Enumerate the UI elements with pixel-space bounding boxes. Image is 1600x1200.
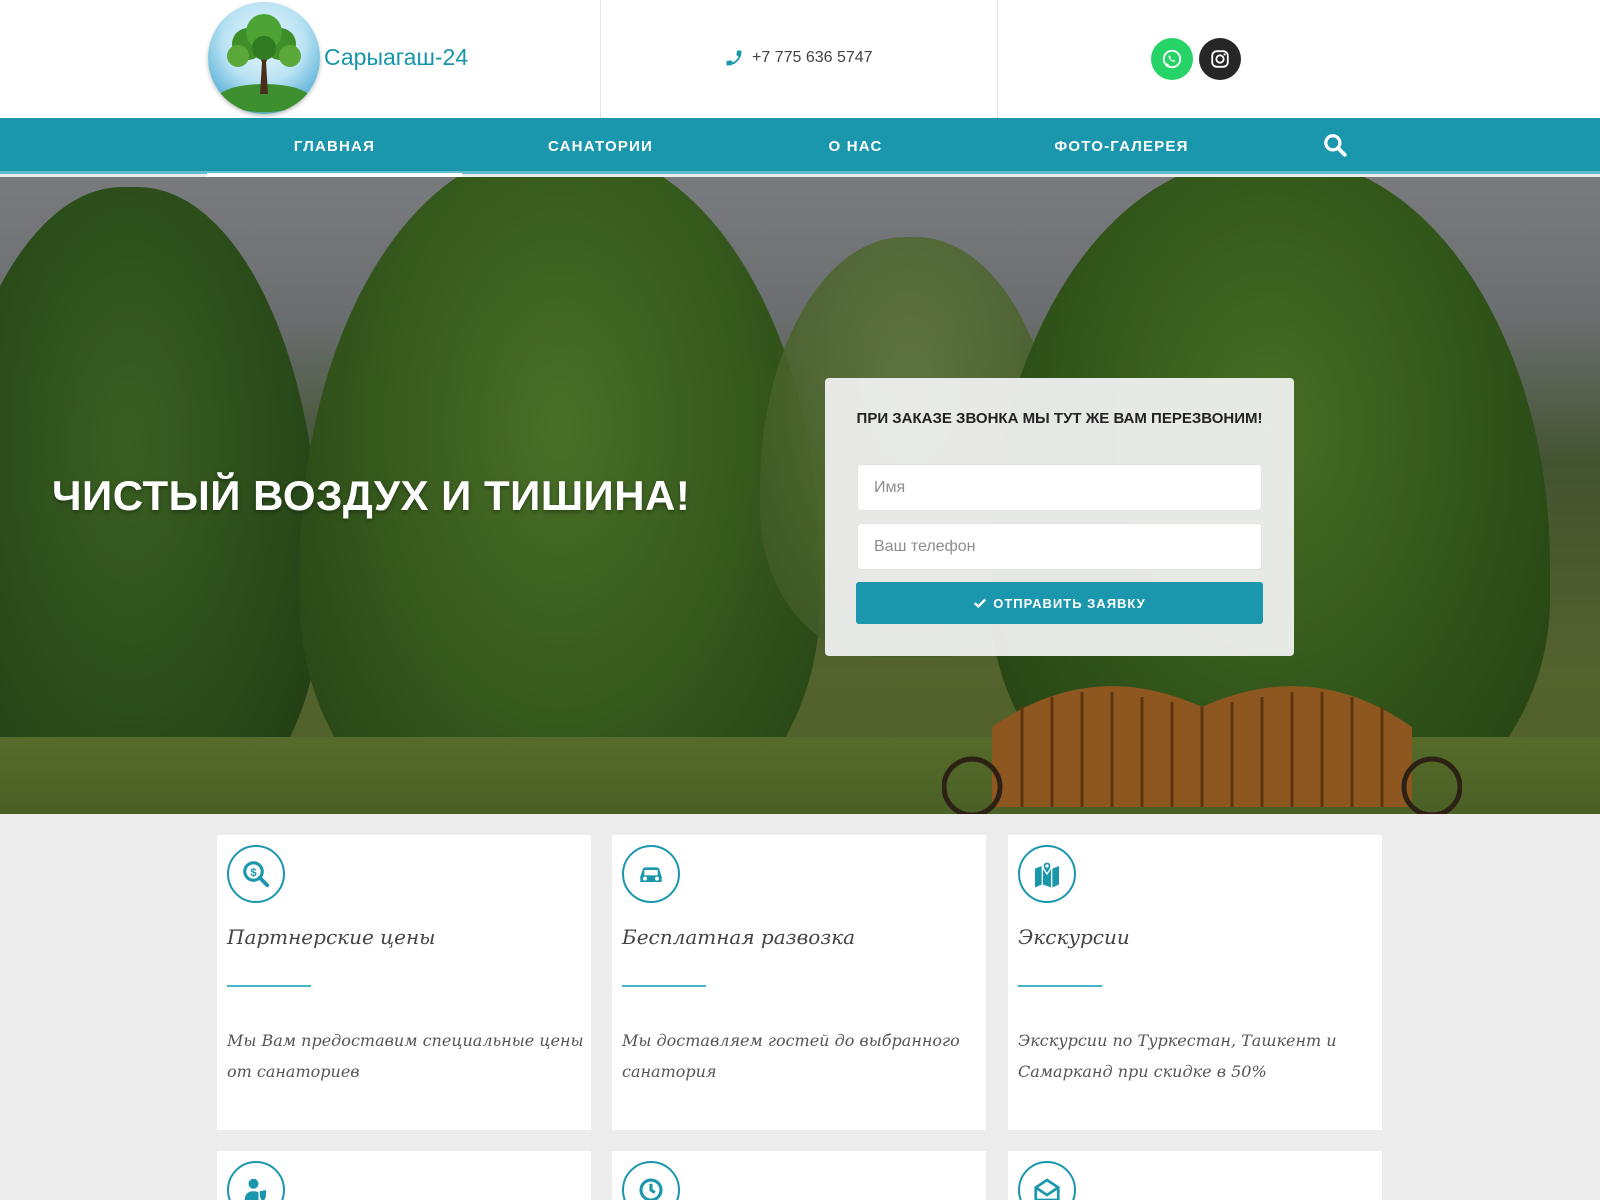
feature-card: Экскурсии Экскурсии по Туркестан, Ташкен… (1008, 835, 1382, 1130)
header-phone[interactable]: +7 775 636 5747 (724, 48, 873, 68)
phone-input[interactable] (857, 523, 1262, 570)
feature-title: Бесплатная развозка (622, 925, 856, 949)
site-header: Сарыагаш-24 +7 775 636 5747 (0, 0, 1600, 118)
nav-item-about[interactable]: О НАС (732, 118, 979, 174)
header-divider (600, 0, 601, 118)
brand-name[interactable]: Сарыагаш-24 (324, 44, 468, 71)
name-input[interactable] (857, 464, 1262, 511)
feature-card (217, 1151, 591, 1200)
hero-title: ЧИСТЫЙ ВОЗДУХ И ТИШИНА! (52, 472, 691, 519)
feature-card: Бесплатная развозка Мы доставляем гостей… (612, 835, 986, 1130)
nav-item-sanatoriums[interactable]: САНАТОРИИ (477, 118, 724, 174)
submit-label: ОТПРАВИТЬ ЗАЯВКУ (993, 595, 1146, 611)
feature-text: Мы Вам предоставим специальные цены от с… (227, 1031, 584, 1081)
instagram-icon (1211, 50, 1229, 68)
feature-text: Экскурсии по Туркестан, Ташкент и Самарк… (1018, 1031, 1337, 1081)
header-divider (997, 0, 998, 118)
nav-item-home[interactable]: ГЛАВНАЯ (207, 118, 462, 177)
search-icon[interactable] (1322, 132, 1348, 158)
phone-icon (726, 50, 742, 66)
hero-banner: ЧИСТЫЙ ВОЗДУХ И ТИШИНА! ПРИ ЗАКАЗЕ ЗВОНК… (0, 177, 1600, 814)
user-shield-icon (227, 1161, 285, 1200)
main-nav: ГЛАВНАЯ САНАТОРИИ О НАС ФОТО-ГАЛЕРЕЯ (0, 118, 1600, 177)
instagram-button[interactable] (1199, 38, 1241, 80)
tree-logo-icon (208, 2, 320, 114)
nav-item-gallery[interactable]: ФОТО-ГАЛЕРЕЯ (995, 118, 1248, 174)
map-pin-icon (1018, 845, 1076, 903)
form-title: ПРИ ЗАКАЗЕ ЗВОНКА МЫ ТУТ ЖЕ ВАМ ПЕРЕЗВОН… (856, 410, 1263, 427)
envelope-open-icon (1018, 1161, 1076, 1200)
feature-divider (1018, 985, 1102, 987)
submit-button[interactable]: ОТПРАВИТЬ ЗАЯВКУ (856, 582, 1263, 624)
phone-number: +7 775 636 5747 (752, 49, 873, 66)
whatsapp-icon (1162, 49, 1182, 69)
check-icon (974, 598, 987, 609)
svg-text:$: $ (250, 867, 257, 879)
feature-card (612, 1151, 986, 1200)
site-logo[interactable] (208, 2, 320, 114)
feature-divider (622, 985, 706, 987)
feature-card: $ Партнерские цены Мы Вам предоставим сп… (217, 835, 591, 1130)
feature-text: Мы доставляем гостей до выбранного санат… (622, 1031, 960, 1081)
feature-divider (227, 985, 311, 987)
clock-icon (622, 1161, 680, 1200)
feature-title: Экскурсии (1018, 925, 1130, 949)
feature-title: Партнерские цены (227, 925, 436, 949)
dollar-search-icon: $ (227, 845, 285, 903)
car-icon (622, 845, 680, 903)
whatsapp-button[interactable] (1151, 38, 1193, 80)
feature-card (1008, 1151, 1382, 1200)
callback-form: ПРИ ЗАКАЗЕ ЗВОНКА МЫ ТУТ ЖЕ ВАМ ПЕРЕЗВОН… (825, 378, 1294, 656)
